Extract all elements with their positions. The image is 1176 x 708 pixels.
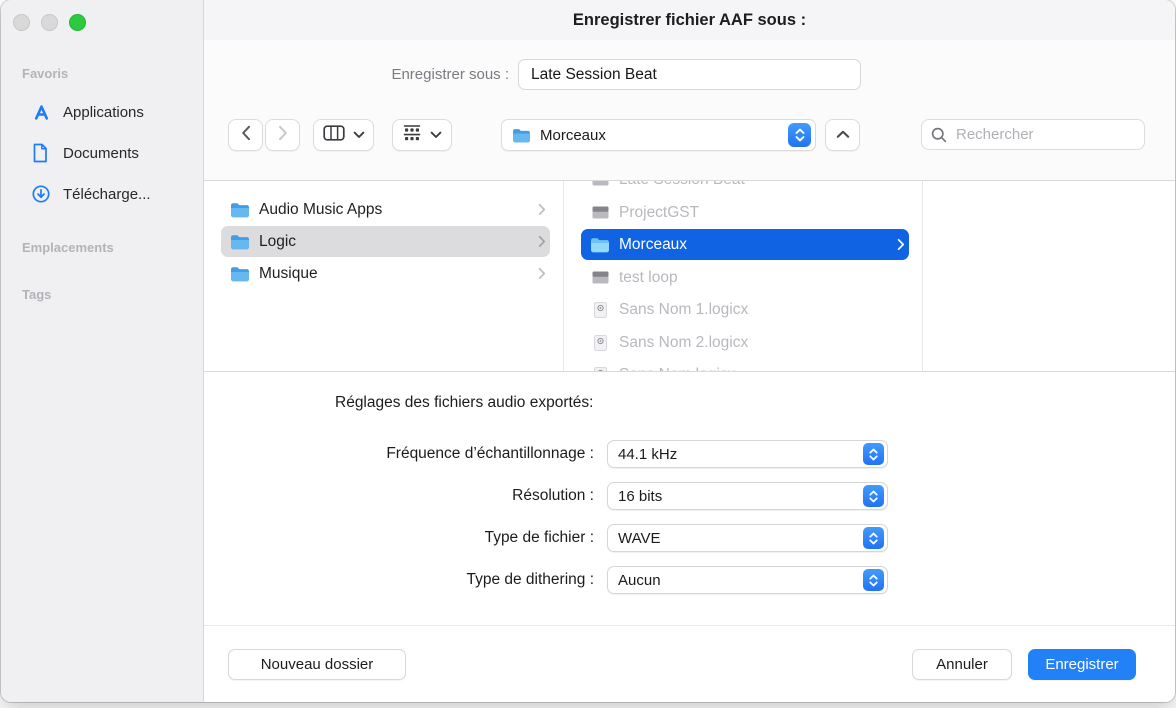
file-type-select[interactable]: WAVE	[607, 524, 888, 552]
list-item-selected[interactable]: Logic	[221, 226, 550, 257]
export-settings-panel: Réglages des fichiers audio exportés: Fr…	[204, 372, 1175, 625]
sidebar: Favoris Applications Documents Télécharg…	[1, 0, 204, 702]
popup-stepper-icon	[788, 123, 811, 147]
list-item-disabled: Late Session Beat	[581, 181, 909, 195]
sidebar-section-favoris: Favoris	[22, 66, 69, 81]
appstore-icon	[31, 102, 55, 122]
new-folder-button[interactable]: Nouveau dossier	[228, 649, 406, 680]
group-view-button[interactable]	[392, 119, 452, 151]
folder-icon	[230, 202, 250, 218]
logicx-file-icon	[590, 366, 610, 371]
list-item-disabled: test loop	[581, 262, 909, 293]
traffic-lights	[13, 14, 86, 31]
sidebar-item-label: Applications	[63, 103, 144, 121]
folder-icon	[512, 128, 531, 143]
select-stepper-icon	[863, 569, 884, 591]
browser-column-3	[923, 181, 1175, 371]
chevron-right-icon	[538, 267, 546, 280]
chevron-right-icon	[897, 238, 905, 251]
download-icon	[31, 184, 55, 204]
chevron-right-icon	[538, 235, 546, 248]
list-item-selected[interactable]: Morceaux	[581, 229, 909, 260]
list-item-disabled: Sans Nom 2.logicx	[581, 327, 909, 358]
column-view-button[interactable]	[313, 119, 374, 151]
save-dialog-window: Favoris Applications Documents Télécharg…	[1, 0, 1175, 702]
sidebar-item-downloads[interactable]: Télécharge...	[1, 179, 203, 209]
minimize-window-button	[41, 14, 58, 31]
logic-project-icon	[590, 206, 610, 219]
list-item[interactable]: Musique	[221, 258, 550, 289]
logic-project-icon	[590, 271, 610, 284]
sidebar-item-label: Télécharge...	[63, 185, 151, 203]
dialog-content: Enregistrer sous : Late Session Beat Mor…	[204, 40, 1175, 702]
sample-rate-label: Fréquence d’échantillonnage :	[386, 445, 594, 462]
group-view-icon	[402, 124, 422, 147]
filename-input[interactable]	[518, 59, 861, 90]
select-stepper-icon	[863, 443, 884, 465]
browser-column-2: Late Session Beat ProjectGST	[564, 181, 923, 371]
search-icon	[930, 126, 948, 144]
folder-icon	[230, 266, 250, 282]
back-button[interactable]	[228, 119, 263, 151]
list-item-disabled: Sans Nom 1.logicx	[581, 294, 909, 325]
logicx-file-icon	[590, 334, 610, 351]
sidebar-item-label: Documents	[63, 144, 139, 162]
forward-button	[265, 119, 300, 151]
bit-depth-select[interactable]: 16 bits	[607, 482, 888, 510]
document-icon	[31, 143, 55, 163]
select-stepper-icon	[863, 527, 884, 549]
chevron-right-icon	[538, 203, 546, 216]
sidebar-section-emplacements: Emplacements	[22, 240, 114, 255]
bit-depth-label: Résolution :	[512, 487, 594, 504]
save-button[interactable]: Enregistrer	[1028, 649, 1136, 680]
select-stepper-icon	[863, 485, 884, 507]
chevron-left-icon	[241, 125, 251, 146]
chevron-up-icon	[836, 126, 850, 144]
folder-icon	[590, 237, 610, 253]
folder-icon	[230, 234, 250, 250]
zoom-window-button[interactable]	[69, 14, 86, 31]
settings-heading: Réglages des fichiers audio exportés:	[335, 394, 594, 411]
list-item-disabled: ProjectGST	[581, 197, 909, 228]
column-browser: Audio Music Apps Logic Musique ProjectGS…	[204, 180, 1175, 372]
dialog-footer: Nouveau dossier Annuler Enregistrer	[204, 625, 1175, 702]
sidebar-item-documents[interactable]: Documents	[1, 138, 203, 168]
dithering-label: Type de dithering :	[466, 571, 594, 588]
search-field[interactable]	[921, 119, 1157, 150]
chevron-right-icon	[278, 125, 288, 146]
up-directory-button[interactable]	[825, 119, 860, 151]
logic-project-icon	[590, 181, 610, 186]
location-popup-value: Morceaux	[540, 126, 606, 144]
browser-column-1: Audio Music Apps Logic Musique	[204, 181, 564, 371]
file-type-label: Type de fichier :	[484, 529, 594, 546]
chevron-down-icon	[353, 126, 365, 144]
columns-view-icon	[322, 124, 345, 147]
dithering-select[interactable]: Aucun	[607, 566, 888, 594]
search-input[interactable]	[954, 125, 1157, 144]
save-as-label: Enregistrer sous :	[391, 66, 509, 83]
list-item[interactable]: Audio Music Apps	[221, 194, 550, 225]
logicx-file-icon	[590, 301, 610, 318]
dialog-title: Enregistrer fichier AAF sous :	[204, 0, 1175, 40]
location-popup[interactable]: Morceaux	[501, 119, 816, 151]
list-item-disabled: Sans Nom.logicx	[581, 359, 909, 371]
chevron-down-icon	[430, 126, 442, 144]
sidebar-section-tags: Tags	[22, 287, 52, 302]
sample-rate-select[interactable]: 44.1 kHz	[607, 440, 888, 468]
cancel-button[interactable]: Annuler	[912, 649, 1012, 680]
sidebar-item-applications[interactable]: Applications	[1, 97, 203, 127]
close-window-button	[13, 14, 30, 31]
